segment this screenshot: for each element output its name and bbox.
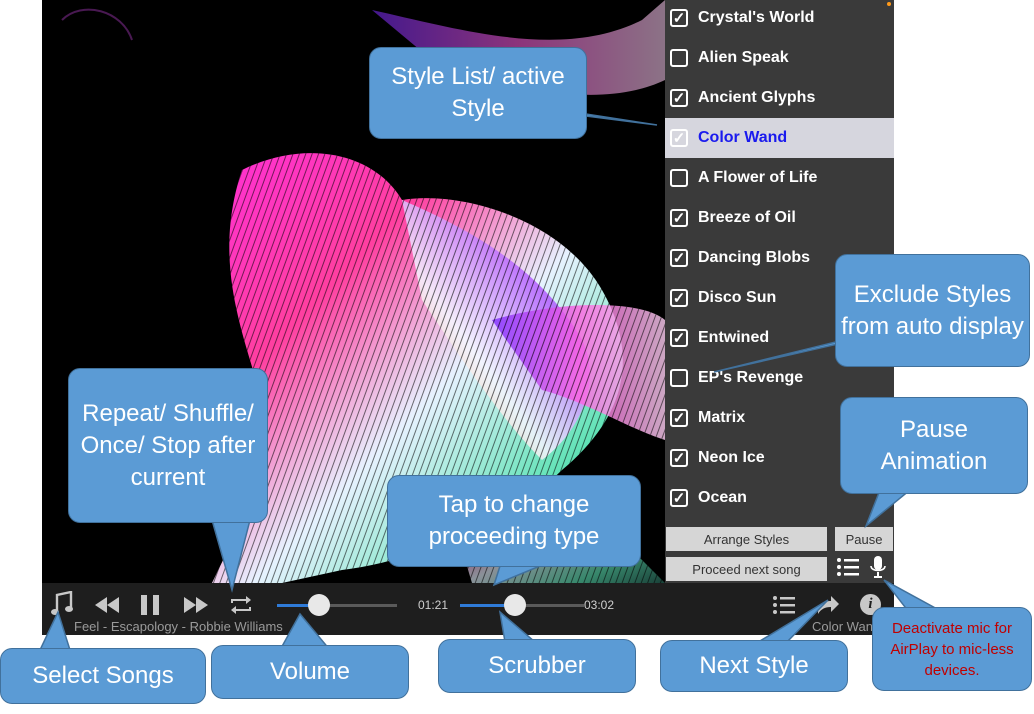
style-item[interactable]: ✓ Breeze of Oil: [665, 198, 894, 238]
repeat-icon[interactable]: [228, 594, 254, 616]
volume-slider[interactable]: [277, 593, 397, 617]
scrubber-knob[interactable]: [504, 594, 527, 616]
music-note-icon[interactable]: [50, 591, 74, 617]
volume-knob[interactable]: [308, 594, 330, 616]
style-checkbox[interactable]: ✓: [670, 9, 688, 27]
style-item[interactable]: ✓ Color Wand: [665, 118, 894, 158]
style-item-label: Disco Sun: [698, 289, 777, 306]
style-checkbox[interactable]: ✓: [670, 489, 688, 507]
style-item-label: Dancing Blobs: [698, 249, 811, 266]
style-item-label: A Flower of Life: [698, 169, 818, 186]
style-item-label: Ancient Glyphs: [698, 89, 816, 106]
style-item-label: EP's Revenge: [698, 369, 804, 386]
style-item-label: Crystal's World: [698, 9, 815, 26]
style-checkbox[interactable]: [670, 169, 688, 187]
current-style-label: Color Wand: [812, 619, 881, 634]
style-checkbox[interactable]: [670, 49, 688, 67]
arrange-styles-button[interactable]: Arrange Styles: [666, 527, 827, 551]
callout-scrubber: Scrubber: [438, 639, 636, 693]
style-item-label: Matrix: [698, 409, 746, 426]
pause-icon[interactable]: [139, 594, 161, 616]
scrubber-slider[interactable]: [460, 593, 584, 617]
style-checkbox[interactable]: ✓: [670, 129, 688, 147]
callout-exclude-styles: Exclude Styles from auto display: [835, 254, 1030, 367]
style-item-label: Alien Speak: [698, 49, 789, 66]
style-checkbox[interactable]: [670, 369, 688, 387]
style-checkbox[interactable]: ✓: [670, 329, 688, 347]
rewind-icon[interactable]: [94, 595, 120, 615]
style-item[interactable]: ✓ Crystal's World: [665, 0, 894, 38]
callout-deactivate-mic: Deactivate mic for AirPlay to mic-less d…: [872, 607, 1032, 691]
callout-repeat-mode: Repeat/ Shuffle/ Once/ Stop after curren…: [68, 368, 268, 523]
callout-select-songs: Select Songs: [0, 648, 206, 704]
style-item-label: Neon Ice: [698, 449, 765, 466]
now-playing-text: Feel - Escapology - Robbie Williams: [74, 619, 283, 634]
pause-button[interactable]: Pause: [835, 527, 893, 551]
duration-time: 03:02: [584, 598, 615, 612]
style-checkbox[interactable]: ✓: [670, 89, 688, 107]
microphone-icon[interactable]: [870, 555, 886, 579]
player-control-bar: 01:21 03:02 Feel - Escapology - Robbie W…: [42, 583, 894, 635]
style-item-label: Ocean: [698, 489, 747, 506]
style-checkbox[interactable]: ✓: [670, 449, 688, 467]
proceed-type-button[interactable]: Proceed next song: [666, 557, 827, 581]
style-item-label: Color Wand: [698, 129, 788, 146]
callout-pause-animation: Pause Animation: [840, 397, 1028, 494]
fast-forward-icon[interactable]: [183, 595, 209, 615]
style-checkbox[interactable]: ✓: [670, 249, 688, 267]
list-icon[interactable]: [772, 594, 796, 616]
style-item[interactable]: Alien Speak: [665, 38, 894, 78]
style-item[interactable]: A Flower of Life: [665, 158, 894, 198]
callout-style-list: Style List/ active Style: [369, 47, 587, 139]
list-icon[interactable]: [836, 556, 860, 578]
style-item[interactable]: ✓ Ancient Glyphs: [665, 78, 894, 118]
callout-proceeding-type: Tap to change proceeding type: [387, 475, 641, 567]
callout-volume: Volume: [211, 645, 409, 699]
share-arrow-icon[interactable]: [816, 594, 840, 616]
elapsed-time: 01:21: [418, 598, 449, 612]
style-item-label: Entwined: [698, 329, 770, 346]
style-checkbox[interactable]: ✓: [670, 289, 688, 307]
style-checkbox[interactable]: ✓: [670, 209, 688, 227]
status-dot: [887, 2, 891, 6]
callout-next-style: Next Style: [660, 640, 848, 692]
style-checkbox[interactable]: ✓: [670, 409, 688, 427]
style-item-label: Breeze of Oil: [698, 209, 796, 226]
